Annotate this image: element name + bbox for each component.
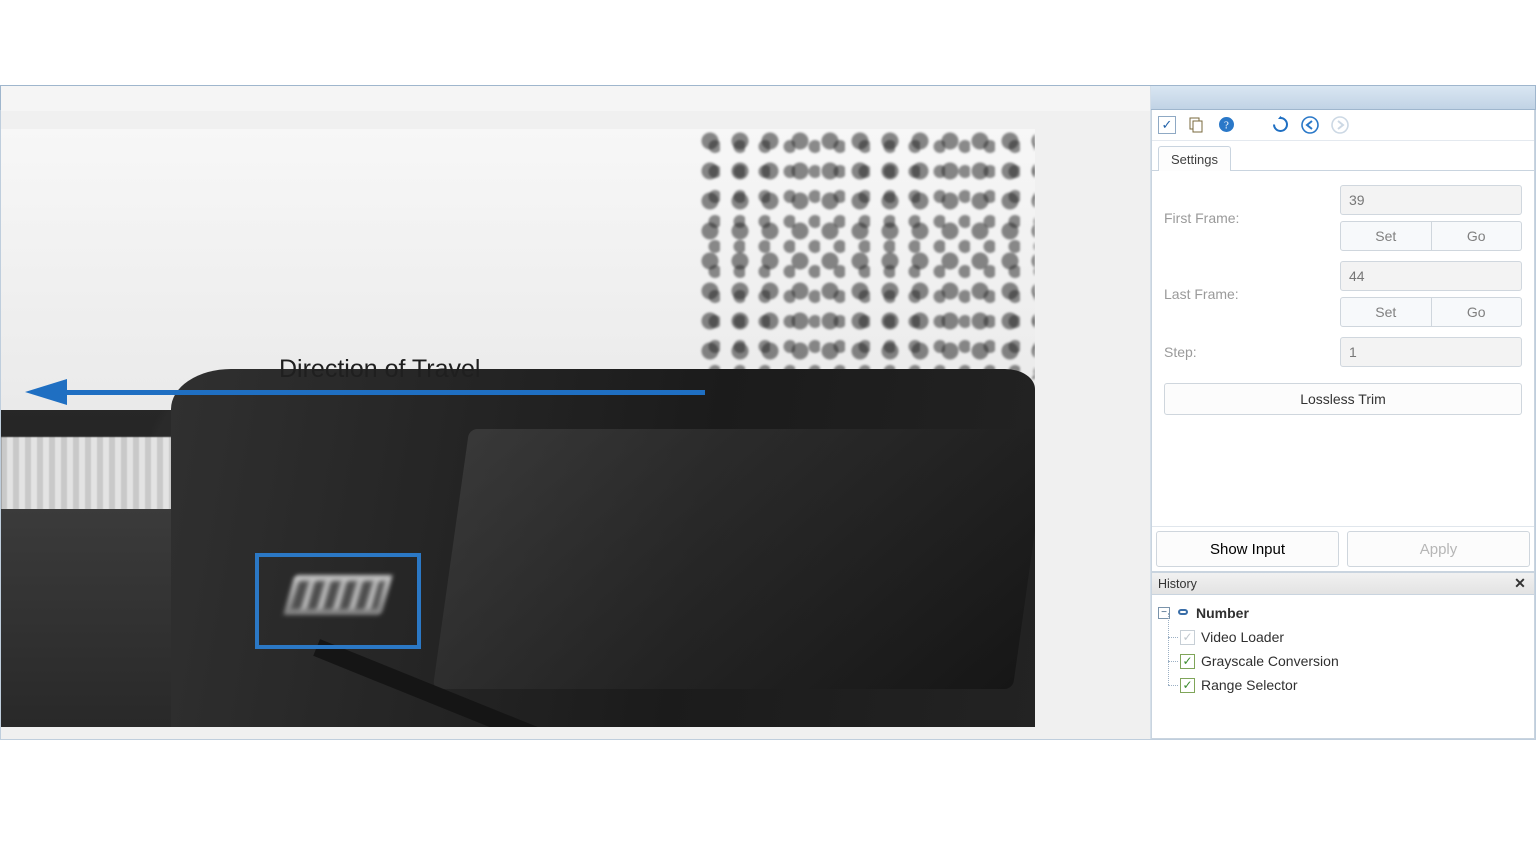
step-label: Step: [1164,344,1340,360]
viewer-pane: Direction of Travel [1,86,1151,739]
step-row: Step: [1164,337,1522,367]
filter-settings-toolbar: ✓ ? [1152,109,1534,141]
history-tree: − Number ✓ Video Loader ✓ Grayscale Convers… [1152,595,1534,703]
tab-settings[interactable]: Settings [1158,146,1231,171]
history-item[interactable]: ✓ Range Selector [1180,673,1528,697]
image-tree-region [695,129,1035,379]
app-window: Direction of Travel Filter Settings - Ra… [0,85,1536,740]
close-icon[interactable]: ✕ [1512,576,1528,592]
help-icon[interactable]: ? [1216,115,1236,135]
history-item-label: Video Loader [1201,629,1284,645]
first-frame-set-button[interactable]: Set [1340,221,1432,251]
image-windshield [433,429,1035,689]
history-item-checkbox[interactable]: ✓ [1180,678,1195,693]
filter-settings-tabs: Settings [1152,141,1534,171]
last-frame-row: Last Frame: Set Go [1164,261,1522,327]
frame-image: Direction of Travel [1,129,1035,727]
svg-text:?: ? [1224,120,1229,132]
history-item-label: Grayscale Conversion [1201,653,1339,669]
first-frame-go-button[interactable]: Go [1432,221,1523,251]
roi-selection-box[interactable] [255,553,421,649]
filter-settings-actions: Show Input Apply [1152,526,1534,571]
viewer-canvas[interactable]: Direction of Travel [1,111,1150,739]
history-root-node[interactable]: − Number [1158,601,1528,625]
page-top-margin [0,0,1536,85]
first-frame-row: First Frame: Set Go [1164,185,1522,251]
history-title: History [1158,577,1512,591]
side-panels: Filter Settings - Range Selector [output… [1151,86,1535,739]
step-input[interactable] [1340,337,1522,367]
copy-settings-icon[interactable] [1186,115,1206,135]
history-panel: History ✕ − Number ✓ Video Loader ✓ Graysca… [1151,572,1535,739]
history-item[interactable]: ✓ Grayscale Conversion [1180,649,1528,673]
history-item-checkbox[interactable]: ✓ [1180,654,1195,669]
last-frame-set-button[interactable]: Set [1340,297,1432,327]
nav-forward-icon[interactable] [1330,115,1350,135]
direction-annotation-label: Direction of Travel [279,355,480,384]
history-item[interactable]: ✓ Video Loader [1180,625,1528,649]
first-frame-input[interactable] [1340,185,1522,215]
filter-settings-body: First Frame: Set Go Last Frame: [1152,171,1534,423]
history-item-checkbox[interactable]: ✓ [1180,630,1195,645]
nav-back-icon[interactable] [1300,115,1320,135]
refresh-icon[interactable] [1270,115,1290,135]
history-root-label: Number [1196,605,1249,621]
apply-button[interactable]: Apply [1347,531,1530,567]
last-frame-go-button[interactable]: Go [1432,297,1523,327]
last-frame-input[interactable] [1340,261,1522,291]
chain-link-icon [1175,606,1191,621]
image-vehicle [171,369,1035,727]
first-frame-label: First Frame: [1164,210,1340,226]
history-header[interactable]: History ✕ [1152,573,1534,595]
toolbar-enable-checkbox[interactable]: ✓ [1158,116,1176,134]
history-item-label: Range Selector [1201,677,1298,693]
show-input-button[interactable]: Show Input [1156,531,1339,567]
filter-settings-panel: Filter Settings - Range Selector [output… [1151,86,1535,572]
last-frame-label: Last Frame: [1164,286,1340,302]
lossless-trim-button[interactable]: Lossless Trim [1164,383,1522,415]
